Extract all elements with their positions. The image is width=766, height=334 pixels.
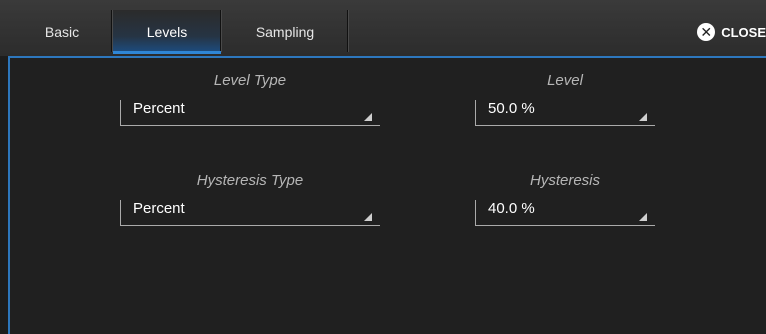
close-label: CLOSE (721, 24, 766, 40)
level-value: 50.0 % (488, 100, 535, 117)
tab-basic-label: Basic (44, 24, 80, 40)
levels-dialog: Basic Levels Sampling ✕ CLOSE Level Type… (0, 0, 766, 334)
x-circle-icon: ✕ (697, 23, 716, 41)
tab-divider (347, 10, 348, 52)
level-label: Level (547, 72, 583, 89)
hysteresis-type-dropdown[interactable]: Percent (120, 200, 380, 226)
level-type-dropdown[interactable]: Percent (120, 100, 380, 126)
level-dropdown[interactable]: 50.0 % (475, 100, 655, 126)
dropdown-arrow-icon (639, 113, 647, 121)
tab-sampling[interactable]: Sampling (222, 10, 348, 54)
level-type-label: Level Type (213, 72, 287, 89)
close-button[interactable]: ✕ CLOSE (697, 22, 766, 42)
dropdown-arrow-icon (639, 213, 647, 221)
dropdown-arrow-icon (364, 113, 372, 121)
dropdown-arrow-icon (364, 213, 372, 221)
tab-divider (220, 10, 221, 52)
tab-levels[interactable]: Levels (113, 10, 221, 54)
levels-panel: Level Type Percent Level 50.0 % Hysteres… (8, 56, 766, 334)
tab-divider (111, 10, 112, 52)
tab-basic[interactable]: Basic (12, 10, 112, 54)
hysteresis-value: 40.0 % (488, 200, 535, 217)
hysteresis-type-label: Hysteresis Type (196, 172, 304, 189)
level-type-value: Percent (133, 100, 185, 117)
tab-levels-label: Levels (146, 24, 188, 40)
tab-bar: Basic Levels Sampling ✕ CLOSE (0, 0, 766, 56)
hysteresis-type-value: Percent (133, 200, 185, 217)
hysteresis-label: Hysteresis (529, 172, 600, 189)
tab-sampling-label: Sampling (255, 24, 315, 40)
hysteresis-dropdown[interactable]: 40.0 % (475, 200, 655, 226)
